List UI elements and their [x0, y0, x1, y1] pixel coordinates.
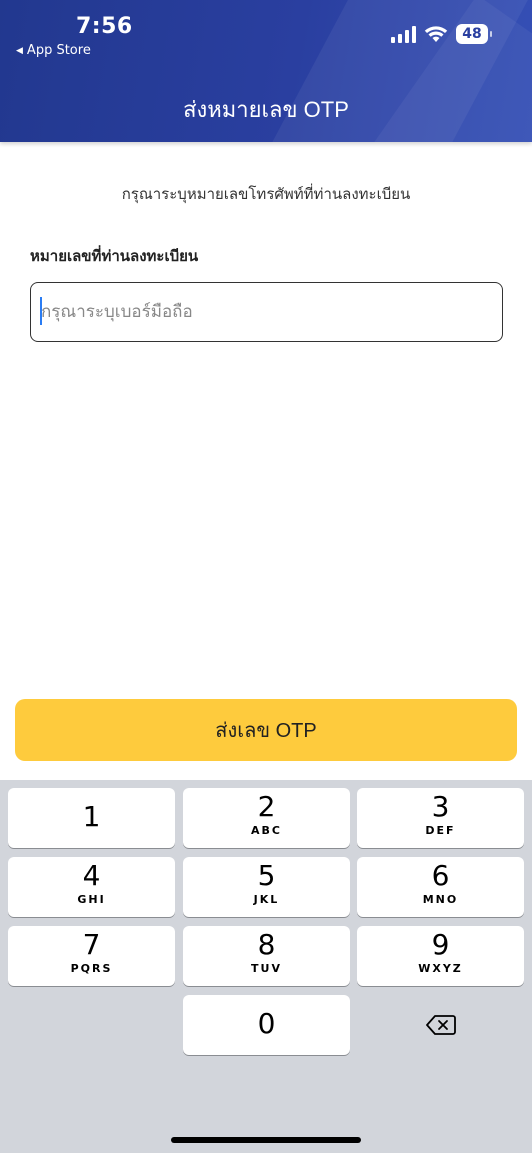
- status-indicators: 48: [391, 24, 492, 44]
- key-letters: DEF: [425, 824, 456, 837]
- key-7[interactable]: 7 PQRS: [8, 926, 175, 986]
- backspace-icon: [425, 1015, 456, 1035]
- page-title: ส่งหมายเลข OTP: [183, 97, 349, 122]
- wifi-icon: [424, 26, 448, 42]
- phone-field-label: หมายเลขที่ท่านลงทะเบียน: [30, 247, 199, 265]
- key-6[interactable]: 6 MNO: [357, 857, 524, 917]
- key-9[interactable]: 9 WXYZ: [357, 926, 524, 986]
- back-app-label: App Store: [26, 43, 91, 58]
- key-digit: 4: [82, 859, 101, 892]
- key-letters: WXYZ: [418, 962, 463, 975]
- key-1[interactable]: 1: [8, 788, 175, 848]
- key-digit: 1: [82, 800, 101, 833]
- key-digit: 8: [257, 928, 276, 961]
- home-indicator: [171, 1137, 361, 1143]
- key-digit: 6: [431, 859, 450, 892]
- text-cursor: [40, 297, 42, 325]
- key-2[interactable]: 2 ABC: [183, 788, 350, 848]
- key-letters: TUV: [251, 962, 282, 975]
- key-8[interactable]: 8 TUV: [183, 926, 350, 986]
- phone-number-input[interactable]: [30, 282, 503, 342]
- key-letters: MNO: [422, 893, 459, 906]
- key-digit: 5: [257, 859, 276, 892]
- instruction-text: กรุณาระบุหมายเลขโทรศัพท์ที่ท่านลงทะเบียน: [121, 185, 411, 203]
- key-letters: PQRS: [70, 962, 113, 975]
- key-digit: 3: [431, 790, 450, 823]
- app-header: 7:56 ◀ App Store 48 ส่งหมายเลข OTP: [0, 0, 532, 142]
- key-digit: 0: [257, 1007, 276, 1040]
- key-letters: ABC: [251, 824, 282, 837]
- back-to-app-store-link[interactable]: ◀ App Store: [16, 43, 91, 58]
- cellular-signal-icon: [391, 25, 416, 43]
- key-digit: 2: [257, 790, 276, 823]
- backspace-key[interactable]: [357, 995, 524, 1055]
- back-triangle-icon: ◀: [16, 45, 23, 56]
- key-3[interactable]: 3 DEF: [357, 788, 524, 848]
- key-0[interactable]: 0: [183, 995, 350, 1055]
- key-digit: 7: [82, 928, 101, 961]
- battery-icon: 48: [456, 24, 492, 44]
- send-otp-button[interactable]: ส่งเลข OTP: [15, 699, 517, 761]
- key-4[interactable]: 4 GHI: [8, 857, 175, 917]
- key-letters: JKL: [253, 893, 280, 906]
- key-5[interactable]: 5 JKL: [183, 857, 350, 917]
- key-letters: GHI: [77, 893, 106, 906]
- key-digit: 9: [431, 928, 450, 961]
- status-time: 7:56: [76, 14, 133, 39]
